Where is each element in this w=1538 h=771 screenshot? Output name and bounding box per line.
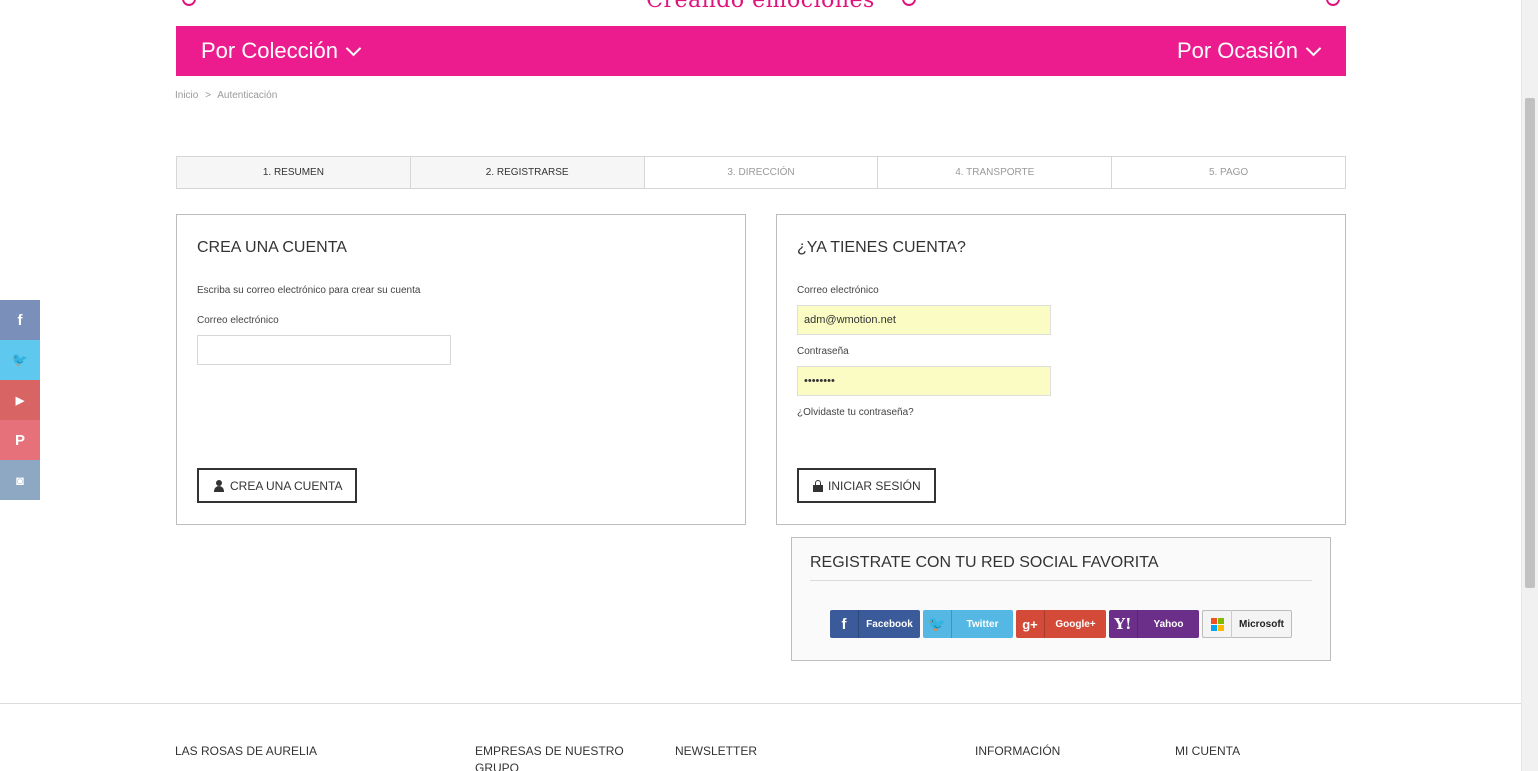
create-account-button-label: CREA UNA CUENTA <box>230 478 343 493</box>
social-login-panel: REGISTRATE CON TU RED SOCIAL FAVORITA f … <box>791 537 1331 661</box>
create-account-panel: CREA UNA CUENTA Escriba su correo electr… <box>176 214 746 525</box>
yahoo-login-label: Yahoo <box>1153 618 1184 630</box>
twitter-icon: 🐦 <box>11 352 29 367</box>
footer-heading-informacion: INFORMACIÓN <box>975 744 1061 758</box>
create-account-instruction: Escriba su correo electrónico para crear… <box>197 285 421 296</box>
login-button-label: INICIAR SESIÓN <box>828 478 921 493</box>
nav-por-ocasion-label: Por Ocasión <box>1176 38 1298 63</box>
step-pago: 5. PAGO <box>1208 167 1249 178</box>
chevron-down-icon <box>1305 40 1322 56</box>
header-tagline: Creando emociones <box>646 0 875 13</box>
side-twitter-link[interactable]: 🐦 <box>0 340 40 380</box>
login-panel: ¿YA TIENES CUENTA? Correo electrónico Co… <box>776 214 1346 525</box>
step-registrarse: 2. REGISTRARSE <box>410 157 645 188</box>
forgot-password-link[interactable]: ¿Olvidaste tu contraseña? <box>797 407 914 418</box>
google-plus-login-button[interactable]: g+ Google+ <box>1016 610 1106 638</box>
create-account-title: CREA UNA CUENTA <box>197 239 347 256</box>
create-account-button[interactable]: CREA UNA CUENTA <box>197 468 358 503</box>
pinterest-icon: P <box>14 431 25 449</box>
nav-por-coleccion-label: Por Colección <box>201 38 338 63</box>
scrollbar-thumb[interactable] <box>1525 98 1535 588</box>
microsoft-login-button[interactable]: Microsoft <box>1202 610 1292 638</box>
main-nav: Por Colección Por Ocasión <box>176 26 1346 76</box>
youtube-icon: ▶ <box>15 394 25 407</box>
login-title: ¿YA TIENES CUENTA? <box>797 239 966 256</box>
nav-por-coleccion[interactable]: Por Colección <box>201 26 362 76</box>
footer-heading-mi-cuenta: MI CUENTA <box>1175 744 1241 758</box>
side-instagram-link[interactable]: ◙ <box>0 460 40 500</box>
social-buttons: f Facebook 🐦 Twitter g+ Google+ Y! Yahoo <box>830 610 1292 638</box>
breadcrumb-home[interactable]: Inicio <box>175 90 198 101</box>
yahoo-login-button[interactable]: Y! Yahoo <box>1109 610 1199 638</box>
side-youtube-link[interactable]: ▶ <box>0 380 40 420</box>
twitter-login-label: Twitter <box>966 618 999 630</box>
breadcrumb: Inicio > Autenticación <box>175 90 281 101</box>
breadcrumb-separator: > <box>205 90 211 101</box>
footer-divider <box>0 703 1521 704</box>
page-scrollbar[interactable] <box>1521 0 1538 771</box>
create-email-input[interactable] <box>197 335 451 365</box>
social-login-title: REGISTRATE CON TU RED SOCIAL FAVORITA <box>810 554 1159 571</box>
facebook-icon: f <box>17 311 23 329</box>
chevron-down-icon <box>345 40 362 56</box>
footer-heading-empresas: EMPRESAS DE NUESTRO GRUPO <box>475 744 624 771</box>
user-icon <box>213 479 225 492</box>
facebook-login-label: Facebook <box>866 618 913 630</box>
twitter-icon: 🐦 <box>923 610 952 638</box>
yahoo-icon: Y! <box>1109 610 1138 638</box>
breadcrumb-current: Autenticación <box>217 90 278 101</box>
instagram-icon: ◙ <box>16 472 24 488</box>
twitter-login-button[interactable]: 🐦 Twitter <box>923 610 1013 638</box>
lock-icon <box>813 479 823 492</box>
step-resumen[interactable]: 1. RESUMEN <box>177 157 411 188</box>
microsoft-icon <box>1203 610 1232 638</box>
footer-heading-las-rosas: LAS ROSAS DE AURELIA <box>175 744 318 758</box>
login-email-input[interactable] <box>797 305 1051 335</box>
login-email-label: Correo electrónico <box>797 285 879 296</box>
facebook-login-button[interactable]: f Facebook <box>830 610 920 638</box>
login-password-input[interactable] <box>797 366 1051 396</box>
microsoft-login-label: Microsoft <box>1239 618 1284 630</box>
login-button[interactable]: INICIAR SESIÓN <box>797 468 936 503</box>
google-plus-icon: g+ <box>1016 610 1045 638</box>
footer-heading-newsletter: NEWSLETTER <box>675 744 758 758</box>
facebook-icon: f <box>830 610 859 638</box>
create-email-label: Correo electrónico <box>197 315 279 326</box>
nav-por-ocasion[interactable]: Por Ocasión <box>1176 26 1322 76</box>
login-password-label: Contraseña <box>797 346 849 357</box>
step-transporte: 4. TRANSPORTE <box>878 157 1113 188</box>
social-divider <box>810 580 1312 581</box>
side-pinterest-link[interactable]: P <box>0 420 40 460</box>
google-plus-login-label: Google+ <box>1055 618 1096 630</box>
checkout-steps: 1. RESUMEN 2. REGISTRARSE 3. DIRECCIÓN 4… <box>176 156 1346 189</box>
side-facebook-link[interactable]: f <box>0 300 40 340</box>
step-direccion: 3. DIRECCIÓN <box>645 157 879 188</box>
page: Creando emociones Por Colección Por Ocas… <box>0 0 1538 771</box>
